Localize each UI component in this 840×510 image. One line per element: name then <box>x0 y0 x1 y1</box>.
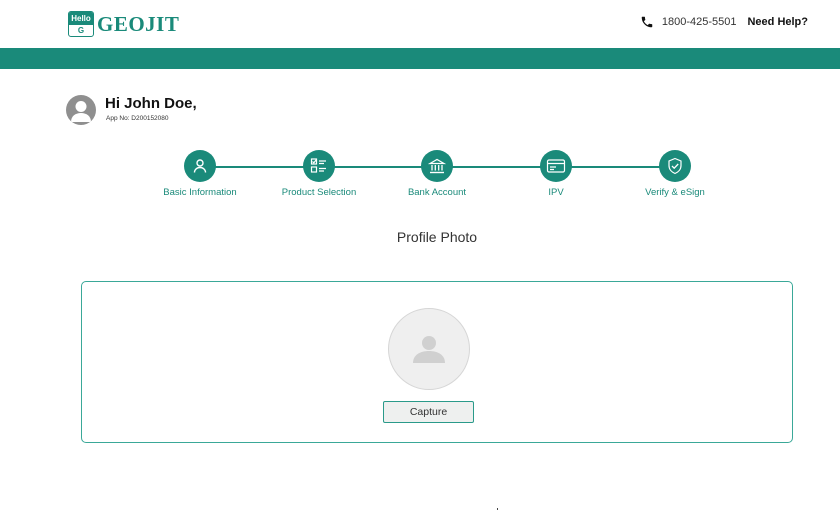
user-icon <box>184 150 216 182</box>
logo-badge-top: Hello <box>69 12 93 25</box>
logo-text: GEOJIT <box>97 11 180 36</box>
checklist-icon <box>303 150 335 182</box>
id-card-icon <box>540 150 572 182</box>
bank-icon <box>421 150 453 182</box>
step-bank-account[interactable]: Bank Account <box>377 150 497 198</box>
photo-placeholder <box>388 308 470 390</box>
step-label: Verify & eSign <box>645 187 705 198</box>
step-label: Bank Account <box>407 187 467 198</box>
top-header: Hello G GEOJIT 1800-425-5501 Need Help? <box>0 0 840 48</box>
step-label: Product Selection <box>281 187 357 198</box>
step-basic-information[interactable]: Basic Information <box>140 150 260 198</box>
shield-check-icon <box>659 150 691 182</box>
greeting-text: Hi John Doe, <box>105 95 197 112</box>
avatar <box>66 95 96 125</box>
application-number: App No: D200152080 <box>106 115 169 122</box>
phone-number[interactable]: 1800-425-5501 <box>662 16 737 28</box>
page-title: Profile Photo <box>396 229 478 245</box>
progress-stepper: Basic Information Product Selection Bank… <box>0 150 840 210</box>
step-ipv[interactable]: IPV <box>496 150 616 198</box>
step-product-selection[interactable]: Product Selection <box>259 150 379 198</box>
contact-area: 1800-425-5501 Need Help? <box>640 15 808 29</box>
need-help-link[interactable]: Need Help? <box>747 16 808 28</box>
capture-button[interactable]: Capture <box>383 401 474 423</box>
logo-badge-bottom: G <box>77 26 85 35</box>
step-label: Basic Information <box>163 187 237 198</box>
person-placeholder-icon <box>413 336 445 363</box>
step-verify-esign[interactable]: Verify & eSign <box>615 150 735 198</box>
geojit-logo[interactable]: Hello G GEOJIT <box>68 10 179 38</box>
phone-icon <box>641 16 653 28</box>
user-avatar-icon <box>71 101 91 122</box>
hello-badge-icon: Hello G <box>68 11 94 37</box>
step-label: IPV <box>548 187 564 198</box>
header-band <box>0 48 840 69</box>
